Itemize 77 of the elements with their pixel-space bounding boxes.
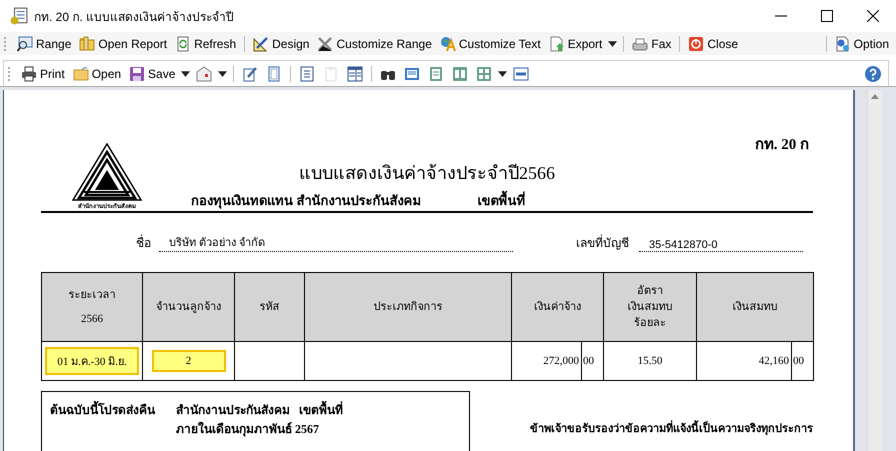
dropdown-button[interactable] <box>607 38 618 48</box>
toolbar-button[interactable]: Customize Range <box>314 34 435 54</box>
two-pages-icon <box>452 66 468 82</box>
certification-text: ข้าพเจ้าขอรับรองว่าข้อความที่แจ้งนี้เป็นความจริงทุกประการ <box>530 419 813 451</box>
refresh-icon <box>175 36 192 52</box>
folder-icon <box>72 66 89 82</box>
vertical-scrollbar[interactable] <box>867 90 882 451</box>
amount-satang: 00 <box>582 355 595 367</box>
return-office: สำนักงานประกันสังคม เขตพื้นที่ <box>176 403 469 418</box>
four-pages-icon <box>476 66 492 82</box>
folder-icon <box>79 36 96 52</box>
table-icon <box>347 66 364 82</box>
ruler-pencil-icon <box>253 36 270 52</box>
column-header: ประเภทกิจการ <box>304 272 512 342</box>
form-code: กท. 20 ก <box>754 136 809 155</box>
return-label: ต้นฉบับนี้โปรดส่งคืน <box>50 403 176 418</box>
toolbar-button[interactable]: Close <box>685 34 742 54</box>
column-header: อัตรา เงินสมทบ ร้อยละ <box>604 272 696 342</box>
toolbar-button[interactable]: Option <box>832 34 892 54</box>
column-header: เงินค่าจ้าง <box>512 272 604 342</box>
tools-icon <box>317 36 334 52</box>
app-icon <box>10 7 28 25</box>
edit-icon <box>242 66 258 82</box>
area-label: เขตพื้นที่ <box>477 190 526 211</box>
report-title: แบบแสดงเงินค่าจ้างประจำปี2566 <box>299 162 555 185</box>
highlighted-value: 01 ม.ค.-30 มิ.ย. <box>45 347 139 375</box>
dropdown-button[interactable] <box>217 68 228 78</box>
help-icon <box>865 66 881 82</box>
highlighted-value: 2 <box>152 350 226 372</box>
deadline-text: ภายในเดือนกุมภาพันธ์ 2567 <box>176 422 320 437</box>
window-title: กท. 20 ก. แบบแสดงเงินค่าจ้างประจำปี <box>34 8 236 26</box>
magnifier-icon <box>17 36 33 52</box>
printer-icon <box>21 66 37 82</box>
toolbar-button[interactable]: Export <box>546 34 606 54</box>
account-label: เลขที่บัญชี <box>576 234 630 252</box>
single-page-icon <box>404 66 420 82</box>
column-header: ระยะเวลา 2566 <box>42 272 142 342</box>
name-label: ชื่อ <box>136 234 152 252</box>
fax-icon <box>632 36 648 52</box>
caret-icon <box>181 70 190 76</box>
amount-satang: 00 <box>792 355 805 367</box>
caret-icon <box>608 40 618 46</box>
office-name: กองทุนเงินทดแทน สำนักงานประกันสังคม <box>191 192 422 211</box>
amount-baht: 272,000 <box>512 342 582 380</box>
page-icon <box>428 66 444 82</box>
toolbar-button[interactable]: Open <box>70 64 124 84</box>
globe-icon <box>440 36 456 52</box>
account-number: 35-5412870-0 <box>639 239 803 252</box>
column-header: จำนวนลูกจ้าง <box>142 272 234 342</box>
document-arrow-icon <box>548 36 565 52</box>
table-cell: 15.50 <box>604 342 696 380</box>
caret-icon <box>218 70 228 76</box>
toolbar-button[interactable]: Customize Text <box>436 34 544 54</box>
company-name: บริษัท ตัวอย่าง จำกัด <box>159 233 513 252</box>
power-icon <box>688 36 704 52</box>
toolbar-button[interactable]: Refresh <box>172 34 240 54</box>
list-icon <box>299 66 316 82</box>
toolbar-button[interactable]: Range <box>14 34 74 54</box>
toolbar-button[interactable]: Save <box>126 64 178 84</box>
dropdown-button[interactable] <box>497 68 508 78</box>
caret-icon <box>498 70 508 76</box>
help-button[interactable] <box>862 64 884 84</box>
page-width-icon <box>513 66 530 82</box>
toolbar-button[interactable]: Fax <box>629 34 674 54</box>
column-header: รหัส <box>234 272 304 342</box>
column-header: เงินสมทบ <box>696 272 814 342</box>
amount-baht: 42,160 <box>697 342 792 380</box>
toolbar-button[interactable]: Open Report <box>76 34 170 54</box>
maximize-icon[interactable] <box>821 10 833 22</box>
clipboard-icon <box>323 66 340 82</box>
toolbar-button[interactable]: Print <box>18 64 68 84</box>
dropdown-button[interactable] <box>180 68 192 78</box>
page-icon <box>266 66 282 82</box>
toolbar-button[interactable]: Design <box>250 34 312 54</box>
close-icon[interactable] <box>867 10 879 22</box>
scroll-up-icon[interactable] <box>871 94 879 99</box>
triangle-logo-icon <box>72 143 142 201</box>
